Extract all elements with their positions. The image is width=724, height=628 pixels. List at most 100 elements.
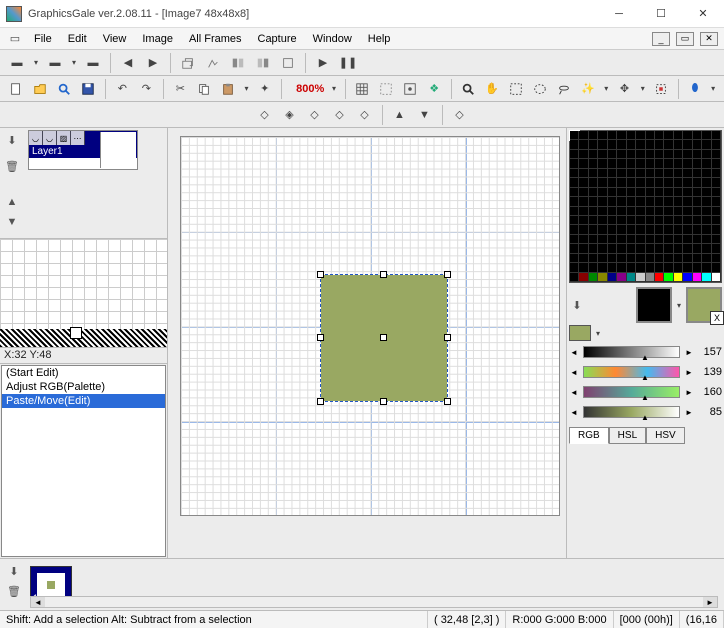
redo-icon[interactable]: ↷ <box>136 78 157 100</box>
menu-image[interactable]: Image <box>136 31 179 47</box>
palette-cell[interactable] <box>683 188 692 197</box>
oval-select-icon[interactable] <box>530 78 551 100</box>
palette-cell[interactable] <box>617 235 626 244</box>
tool-c-icon[interactable] <box>227 52 249 74</box>
palette-cell[interactable] <box>608 207 617 216</box>
palette-cell[interactable] <box>646 263 655 272</box>
save-icon[interactable] <box>78 78 99 100</box>
palette-cell[interactable] <box>674 140 683 149</box>
palette-cell[interactable] <box>589 207 598 216</box>
palette-cell[interactable] <box>674 216 683 225</box>
alt-dropdown[interactable] <box>593 329 603 338</box>
palette-cell[interactable] <box>589 150 598 159</box>
zoom-value[interactable]: 800% <box>288 83 326 95</box>
palette-cell[interactable] <box>579 150 588 159</box>
palette-cell[interactable] <box>664 159 673 168</box>
palette-cell[interactable] <box>627 131 636 140</box>
palette-cell[interactable] <box>702 225 711 234</box>
history-item[interactable]: Paste/Move(Edit) <box>2 394 165 408</box>
palette-cell[interactable] <box>683 254 692 263</box>
palette-cell[interactable] <box>712 216 721 225</box>
palette-cell[interactable] <box>627 225 636 234</box>
palette-cell[interactable] <box>636 159 645 168</box>
layer-more-icon[interactable]: ⋯ <box>71 131 85 145</box>
palette-cell[interactable] <box>627 254 636 263</box>
menu-edit[interactable]: Edit <box>62 31 93 47</box>
palette-cell[interactable] <box>683 244 692 253</box>
palette-cell[interactable] <box>655 140 664 149</box>
palette-cell[interactable] <box>702 216 711 225</box>
menu-allframes[interactable]: All Frames <box>183 31 248 47</box>
frame-dup-icon[interactable]: ▬ <box>44 52 66 74</box>
palette-cell[interactable] <box>664 207 673 216</box>
palette-cell[interactable] <box>617 244 626 253</box>
palette-cell[interactable] <box>664 225 673 234</box>
palette-cell[interactable] <box>598 254 607 263</box>
palette-cell[interactable] <box>617 273 626 282</box>
layer-lock-icon[interactable]: ◡ <box>43 131 57 145</box>
layer-vis-icon[interactable]: ◡ <box>29 131 43 145</box>
palette-cell[interactable] <box>664 178 673 187</box>
palette-cell[interactable] <box>636 131 645 140</box>
palette-cell[interactable] <box>598 225 607 234</box>
palette-cell[interactable] <box>579 197 588 206</box>
palette-cell[interactable] <box>589 273 598 282</box>
palette-cell[interactable] <box>636 235 645 244</box>
up-icon[interactable]: ▲ <box>389 104 411 126</box>
palette-cell[interactable] <box>655 150 664 159</box>
palette-cell[interactable] <box>712 225 721 234</box>
palette-cell[interactable] <box>570 178 579 187</box>
palette-cell[interactable] <box>702 197 711 206</box>
palette-cell[interactable] <box>712 178 721 187</box>
palette-cell[interactable] <box>646 140 655 149</box>
palette-cell[interactable] <box>636 273 645 282</box>
palette-grid[interactable] <box>569 130 722 283</box>
palette-cell[interactable] <box>589 263 598 272</box>
palette-cell[interactable] <box>598 140 607 149</box>
palette-cell[interactable] <box>655 244 664 253</box>
palette-cell[interactable] <box>712 244 721 253</box>
canvas[interactable] <box>180 136 560 516</box>
palette-cell[interactable] <box>683 131 692 140</box>
palette-cell[interactable] <box>579 159 588 168</box>
palette-cell[interactable] <box>579 169 588 178</box>
palette-cell[interactable] <box>655 254 664 263</box>
palette-cell[interactable] <box>664 197 673 206</box>
palette-cell[interactable] <box>655 263 664 272</box>
palette-cell[interactable] <box>712 159 721 168</box>
palette-cell[interactable] <box>598 216 607 225</box>
palette-cell[interactable] <box>636 140 645 149</box>
palette-cell[interactable] <box>636 178 645 187</box>
palette-cell[interactable] <box>674 188 683 197</box>
palette-cell[interactable] <box>674 197 683 206</box>
eyedrop-icon[interactable]: ⬮ <box>684 78 705 100</box>
palette-cell[interactable] <box>589 216 598 225</box>
palette-cell[interactable] <box>702 235 711 244</box>
palette-cell[interactable] <box>693 178 702 187</box>
slider-left-icon[interactable]: ◄ <box>569 406 579 418</box>
prev-frame-icon[interactable]: ◀ <box>117 52 139 74</box>
palette-cell[interactable] <box>627 178 636 187</box>
palette-cell[interactable] <box>570 188 579 197</box>
palette-cell[interactable] <box>702 178 711 187</box>
palette-cell[interactable] <box>646 225 655 234</box>
palette-cell[interactable] <box>712 207 721 216</box>
palette-cell[interactable] <box>608 150 617 159</box>
scroll-left-icon[interactable]: ◄ <box>31 597 45 607</box>
palette-cell[interactable] <box>579 140 588 149</box>
palette-cell[interactable] <box>712 263 721 272</box>
palette-cell[interactable] <box>646 216 655 225</box>
palette-cell[interactable] <box>655 197 664 206</box>
copy-icon[interactable] <box>194 78 215 100</box>
palette-cell[interactable] <box>627 207 636 216</box>
palette-cell[interactable] <box>646 207 655 216</box>
palette-cell[interactable] <box>674 254 683 263</box>
trans-icon[interactable]: ❖ <box>424 78 445 100</box>
palette-cell[interactable] <box>570 216 579 225</box>
palette-cell[interactable] <box>617 131 626 140</box>
palette-cell[interactable] <box>655 131 664 140</box>
palette-cell[interactable] <box>636 207 645 216</box>
palette-cell[interactable] <box>646 254 655 263</box>
rot-l-icon[interactable]: ◇ <box>254 104 276 126</box>
mdi-minimize-button[interactable]: _ <box>652 32 670 46</box>
